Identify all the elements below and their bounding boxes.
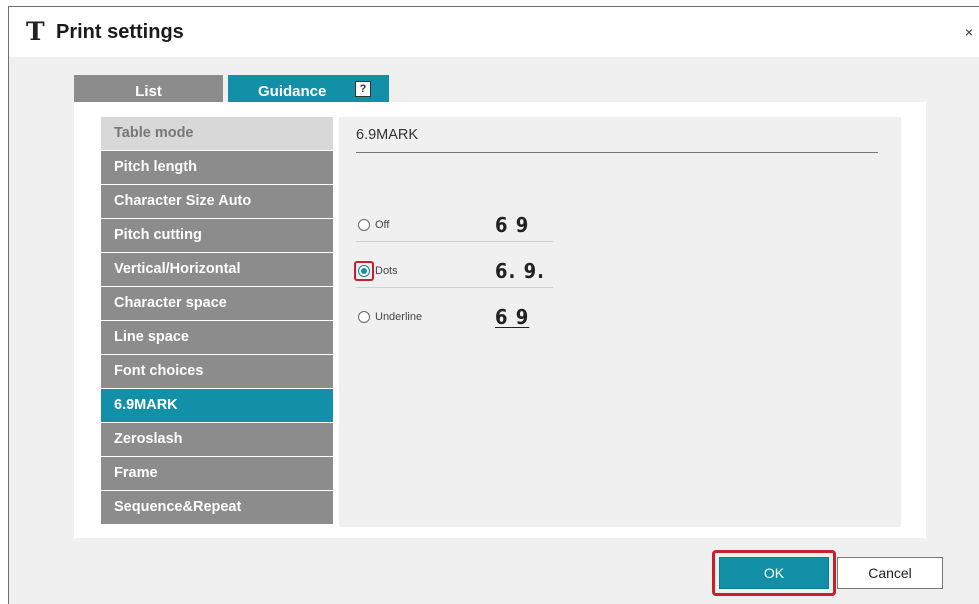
menu-item-zeroslash[interactable]: Zeroslash	[101, 423, 333, 456]
settings-menu: Table mode Pitch length Character Size A…	[101, 117, 333, 525]
divider	[356, 287, 553, 288]
guidance-panel: Table mode Pitch length Character Size A…	[74, 102, 926, 538]
detail-title: 6.9MARK	[356, 127, 419, 143]
menu-item-6-9mark[interactable]: 6.9MARK	[101, 389, 333, 422]
menu-item-table-mode: Table mode	[101, 117, 333, 150]
menu-item-pitch-length[interactable]: Pitch length	[101, 151, 333, 184]
divider	[356, 152, 878, 153]
option-off[interactable]: Off 6 9	[356, 208, 553, 242]
text-tool-icon: T	[26, 17, 45, 46]
sample-off: 6 9	[495, 213, 530, 237]
menu-item-character-size-auto[interactable]: Character Size Auto	[101, 185, 333, 218]
menu-item-sequence-repeat[interactable]: Sequence&Repeat	[101, 491, 333, 524]
menu-item-line-space[interactable]: Line space	[101, 321, 333, 354]
title-bar: T Print settings ×	[9, 7, 979, 57]
close-button[interactable]: ×	[962, 23, 976, 41]
option-underline[interactable]: Underline 6 9	[356, 300, 553, 334]
divider	[356, 241, 553, 242]
menu-item-vertical-horizontal[interactable]: Vertical/Horizontal	[101, 253, 333, 286]
menu-item-frame[interactable]: Frame	[101, 457, 333, 490]
sample-underline: 6 9	[495, 304, 529, 330]
option-label-dots: Dots	[375, 265, 398, 277]
radio-off[interactable]	[358, 219, 370, 231]
print-settings-dialog: T Print settings × List Guidance ? Table…	[8, 6, 979, 604]
sample-underline-text: 6 9	[495, 305, 530, 329]
detail-pane: 6.9MARK Off 6 9 Dots 6. 9. Underline 6 9	[339, 117, 901, 527]
help-icon[interactable]: ?	[355, 81, 371, 97]
radio-underline[interactable]	[358, 311, 370, 323]
option-label-underline: Underline	[375, 311, 423, 323]
menu-item-font-choices[interactable]: Font choices	[101, 355, 333, 388]
option-label-off: Off	[375, 219, 390, 231]
ok-button[interactable]: OK	[719, 557, 829, 589]
menu-item-pitch-cutting[interactable]: Pitch cutting	[101, 219, 333, 252]
sample-dots: 6. 9.	[495, 259, 545, 283]
cancel-button[interactable]: Cancel	[837, 557, 943, 589]
dialog-title: Print settings	[56, 21, 184, 43]
option-dots[interactable]: Dots 6. 9.	[354, 254, 553, 288]
radio-highlight-box	[354, 261, 374, 281]
menu-item-character-space[interactable]: Character space	[101, 287, 333, 320]
